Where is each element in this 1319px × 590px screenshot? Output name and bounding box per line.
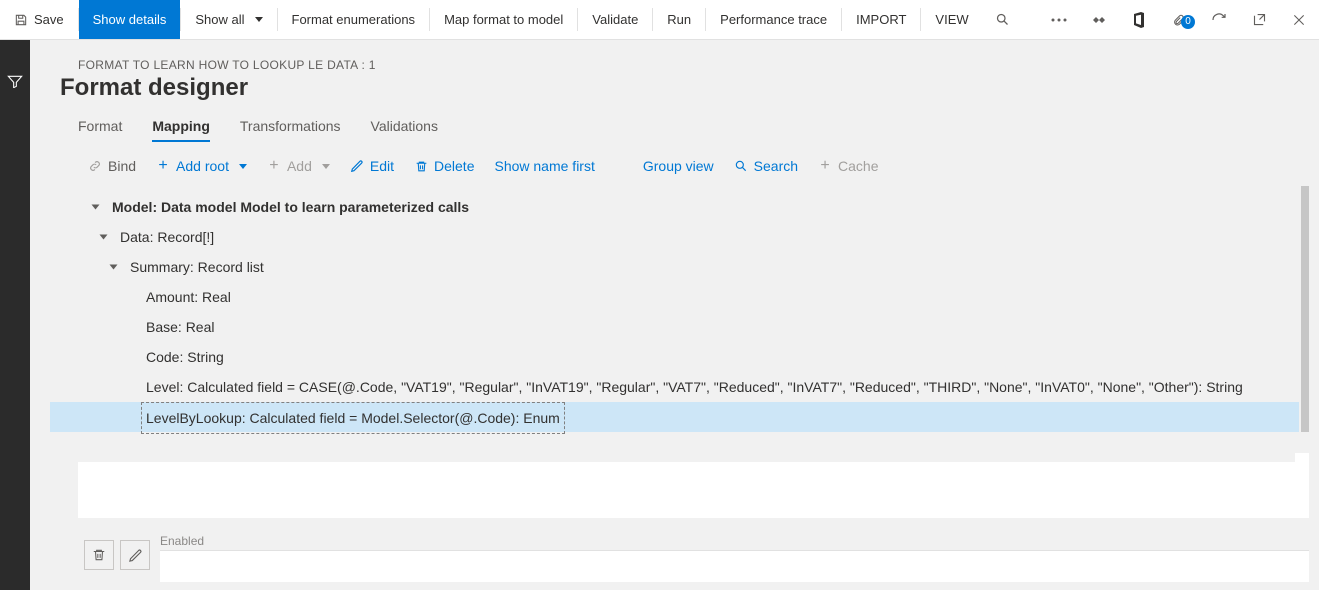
chevron-down-icon	[255, 17, 263, 22]
add-root-button[interactable]: + Add root	[156, 158, 247, 174]
pencil-icon	[128, 548, 143, 563]
more-button[interactable]	[1039, 18, 1079, 22]
tab-mapping[interactable]: Mapping	[152, 118, 210, 142]
popout-icon	[1252, 12, 1267, 27]
close-button[interactable]	[1279, 13, 1319, 27]
tree-node-label: LevelByLookup: Calculated field = Model.…	[141, 402, 565, 434]
close-icon	[1292, 13, 1306, 27]
tab-format[interactable]: Format	[78, 118, 122, 142]
save-icon	[14, 13, 28, 27]
enabled-field[interactable]	[160, 550, 1309, 582]
tree-node-model[interactable]: Model: Data model Model to learn paramet…	[88, 192, 1319, 222]
import-button[interactable]: IMPORT	[842, 0, 920, 39]
plus-icon: +	[267, 159, 281, 173]
caret-icon[interactable]	[106, 263, 120, 271]
search-button[interactable]: Search	[734, 158, 798, 174]
tree-node-label: Code: String	[146, 342, 224, 372]
trash-icon	[92, 547, 106, 563]
attachments-badge: 0	[1181, 15, 1195, 29]
chevron-down-icon	[239, 164, 247, 169]
refresh-icon	[1211, 12, 1227, 28]
tab-strip: Format Mapping Transformations Validatio…	[30, 102, 1319, 142]
tree-node-label: Data: Record[!]	[120, 222, 214, 252]
more-icon	[1051, 18, 1067, 22]
tree-leaf-base[interactable]: Base: Real	[88, 312, 1319, 342]
save-label: Save	[34, 12, 64, 27]
details-empty-area	[78, 462, 1309, 518]
bind-button[interactable]: Bind	[88, 158, 136, 174]
caret-icon[interactable]	[88, 203, 102, 211]
show-details-label: Show details	[93, 12, 167, 27]
enabled-label: Enabled	[160, 534, 1309, 550]
show-all-label: Show all	[195, 12, 244, 27]
tab-validations[interactable]: Validations	[371, 118, 438, 142]
tree-node-label: Base: Real	[146, 312, 214, 342]
add-button[interactable]: + Add	[267, 158, 330, 174]
page-title: Format designer	[30, 72, 1319, 102]
attachments-button[interactable]: 0	[1159, 11, 1199, 29]
tree-node-data[interactable]: Data: Record[!]	[88, 222, 1319, 252]
office-button[interactable]	[1119, 12, 1159, 28]
tree-leaf-code[interactable]: Code: String	[88, 342, 1319, 372]
plus-icon: +	[818, 159, 832, 173]
format-enumerations-button[interactable]: Format enumerations	[278, 0, 430, 39]
search-header-button[interactable]	[983, 0, 1023, 39]
mapping-toolbar: Bind + Add root + Add Edit Delete Show n…	[30, 142, 1319, 174]
show-name-first-button[interactable]: Show name first	[494, 158, 594, 174]
cache-button[interactable]: + Cache	[818, 158, 878, 174]
tree-leaf-levelbylookup[interactable]: LevelByLookup: Calculated field = Model.…	[88, 402, 1319, 434]
tree-node-summary[interactable]: Summary: Record list	[88, 252, 1319, 282]
tree-node-label: Amount: Real	[146, 282, 231, 312]
show-details-button[interactable]: Show details	[79, 0, 181, 39]
map-format-to-model-button[interactable]: Map format to model	[430, 0, 577, 39]
search-icon	[995, 12, 1010, 27]
tree-node-label: Level: Calculated field = CASE(@.Code, "…	[146, 372, 1243, 402]
pencil-icon	[350, 159, 364, 173]
left-rail	[0, 40, 30, 590]
mapping-tree: Model: Data model Model to learn paramet…	[30, 186, 1319, 434]
breadcrumb: FORMAT TO LEARN HOW TO LOOKUP LE DATA : …	[30, 40, 1319, 72]
bind-icon	[88, 159, 102, 173]
tree-scrollbar[interactable]	[1301, 186, 1309, 432]
run-button[interactable]: Run	[653, 0, 705, 39]
view-button[interactable]: VIEW	[921, 0, 982, 39]
tree-node-label: Model: Data model Model to learn paramet…	[112, 192, 469, 222]
search-icon	[734, 159, 748, 173]
tree-leaf-amount[interactable]: Amount: Real	[88, 282, 1319, 312]
caret-icon[interactable]	[96, 233, 110, 241]
edit-button[interactable]: Edit	[350, 158, 394, 174]
trash-icon	[414, 159, 428, 173]
filter-button[interactable]	[7, 74, 23, 88]
delete-value-button[interactable]	[84, 540, 114, 570]
delete-button[interactable]: Delete	[414, 158, 474, 174]
refresh-button[interactable]	[1199, 12, 1239, 28]
filter-icon	[7, 74, 23, 88]
popout-button[interactable]	[1239, 12, 1279, 27]
tree-node-label: Summary: Record list	[130, 252, 264, 282]
command-bar: Save Show details Show all Format enumer…	[0, 0, 1319, 40]
validate-button[interactable]: Validate	[578, 0, 652, 39]
save-button[interactable]: Save	[0, 0, 78, 39]
details-pane: Enabled	[78, 462, 1309, 590]
connector-button[interactable]	[1079, 14, 1119, 26]
tab-transformations[interactable]: Transformations	[240, 118, 341, 142]
group-view-button[interactable]: Group view	[643, 158, 714, 174]
office-icon	[1132, 12, 1146, 28]
chevron-down-icon	[322, 164, 330, 169]
performance-trace-button[interactable]: Performance trace	[706, 0, 841, 39]
connector-icon	[1091, 14, 1107, 26]
tree-leaf-level[interactable]: Level: Calculated field = CASE(@.Code, "…	[88, 372, 1319, 402]
edit-value-button[interactable]	[120, 540, 150, 570]
plus-icon: +	[156, 159, 170, 173]
main-panel: FORMAT TO LEARN HOW TO LOOKUP LE DATA : …	[30, 40, 1319, 590]
show-all-button[interactable]: Show all	[181, 0, 276, 39]
